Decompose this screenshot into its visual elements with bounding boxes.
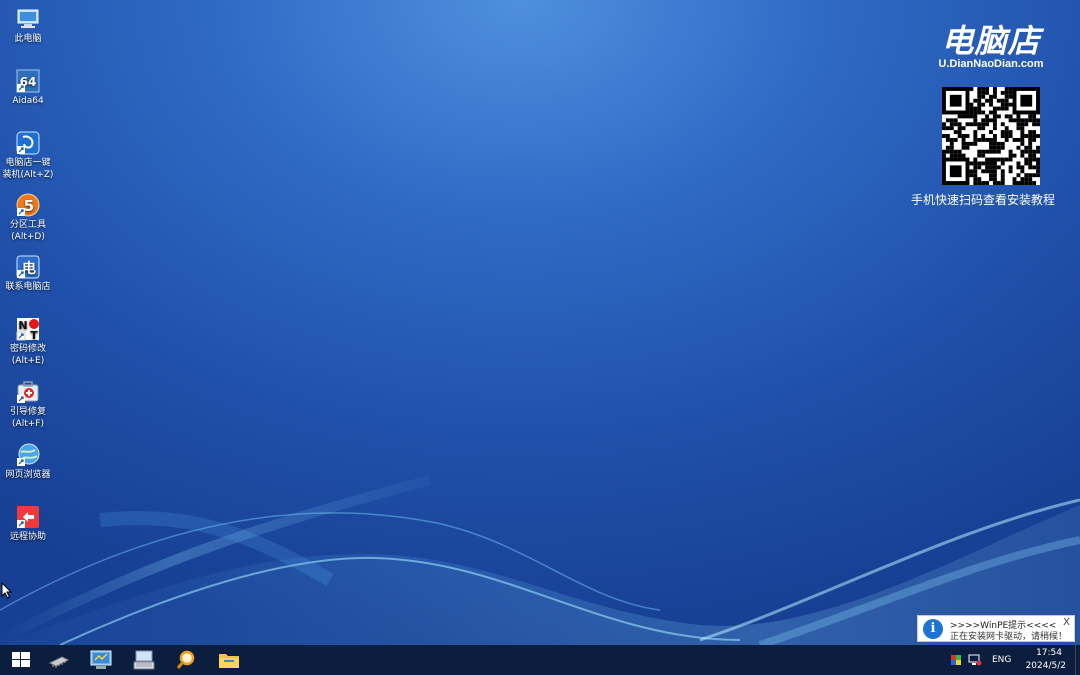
start-icon <box>12 652 30 667</box>
svg-text:5: 5 <box>24 197 34 215</box>
password-icon: NT <box>15 316 41 342</box>
search-tool-icon <box>176 650 195 669</box>
desktop-icon-remote-assist[interactable]: 远程协助 <box>2 504 54 543</box>
desktop-icon-label-shortcut: (Alt+F) <box>12 419 44 429</box>
desktop-icon-label: 密码修改 <box>9 344 46 354</box>
keyboard-icon <box>133 650 155 670</box>
remote-assist-icon <box>15 504 41 530</box>
taskbar-system-monitor[interactable] <box>80 645 122 675</box>
taskbar: ENG 17:54 2024/5/2 <box>0 645 1080 675</box>
aida64-icon: 64 <box>15 68 41 94</box>
notification-message: 正在安装网卡驱动，请稍候！ <box>950 632 1068 642</box>
taskbar-keyboard-tool[interactable] <box>123 645 165 675</box>
desktop-icon-installer[interactable]: 电脑店一键 装机(Alt+Z) <box>2 130 54 181</box>
desktop-icon-contact[interactable]: 电 联系电脑店 <box>2 254 54 293</box>
browser-icon <box>15 442 41 468</box>
memory-chip-icon <box>48 656 70 668</box>
show-desktop-button[interactable] <box>1075 645 1080 675</box>
svg-text:T: T <box>30 329 38 342</box>
color-palette-icon[interactable] <box>950 654 962 666</box>
boot-repair-icon <box>15 379 41 405</box>
mouse-cursor-icon <box>1 582 13 599</box>
clock-date[interactable]: 2024/5/2 <box>1026 661 1066 671</box>
desktop-icon-boot-repair[interactable]: 引导修复 (Alt+F) <box>2 379 54 430</box>
desktop-icon-aida64[interactable]: 64 Aida64 <box>2 68 54 107</box>
language-indicator[interactable]: ENG <box>992 655 1011 665</box>
desktop-icon-web-browser[interactable]: 网页浏览器 <box>2 442 54 481</box>
desktop-icon-label: 联系电脑店 <box>5 282 51 292</box>
brand-panel: 电脑店 U.DianNaoDian.com 手机快速扫码查看安装教程 <box>911 22 1066 207</box>
desktop-icon-label: 引导修复 <box>9 407 46 417</box>
winpe-notification[interactable]: i >>>>WinPE提示<<<< 正在安装网卡驱动，请稍候！ X <box>917 615 1075 642</box>
desktop-icon-label-shortcut: (Alt+E) <box>11 356 45 366</box>
desktop-icon-partition-tool[interactable]: 5 分区工具 (Alt+D) <box>2 192 54 243</box>
installer-icon <box>15 130 41 156</box>
taskbar-search-tool[interactable] <box>165 645 207 675</box>
desktop-icon-label-shortcut: 装机(Alt+Z) <box>2 170 54 180</box>
taskbar-memory-tool[interactable] <box>38 645 80 675</box>
contact-icon: 电 <box>15 254 41 280</box>
clock-time[interactable]: 17:54 <box>1036 648 1062 658</box>
qr-caption: 手机快速扫码查看安装教程 <box>910 193 1055 207</box>
desktop-icon-label: Aida64 <box>12 96 44 106</box>
taskbar-file-explorer[interactable] <box>208 645 250 675</box>
desktop-icon-password-change[interactable]: NT 密码修改 (Alt+E) <box>2 316 54 367</box>
desktop-icon-label: 远程协助 <box>9 532 46 542</box>
desktop-icon-label: 此电脑 <box>14 34 42 44</box>
desktop-icon-label: 电脑店一键 <box>5 158 51 168</box>
start-button[interactable] <box>0 645 42 675</box>
info-icon: i <box>923 619 943 639</box>
system-monitor-icon <box>90 650 112 669</box>
file-explorer-icon <box>219 654 239 668</box>
partition-icon: 5 <box>15 192 41 218</box>
desktop-icon-label: 分区工具 <box>9 220 46 230</box>
desktop[interactable]: 此电脑 64 Aida64 电脑店一键 装机(Alt+Z) 5 分区工具 (Al… <box>0 0 1080 645</box>
network-icon[interactable] <box>968 654 982 666</box>
computer-icon <box>15 6 41 32</box>
desktop-icon-this-pc[interactable]: 此电脑 <box>2 6 54 45</box>
notification-close-button[interactable]: X <box>1063 617 1070 628</box>
svg-text:N: N <box>18 319 27 332</box>
desktop-icon-label-shortcut: (Alt+D) <box>11 232 45 242</box>
qr-code <box>942 87 1040 185</box>
brand-logo: 电脑店 <box>941 22 1041 60</box>
desktop-icon-label: 网页浏览器 <box>5 470 51 480</box>
brand-url: U.DianNaoDian.com <box>938 58 1044 70</box>
